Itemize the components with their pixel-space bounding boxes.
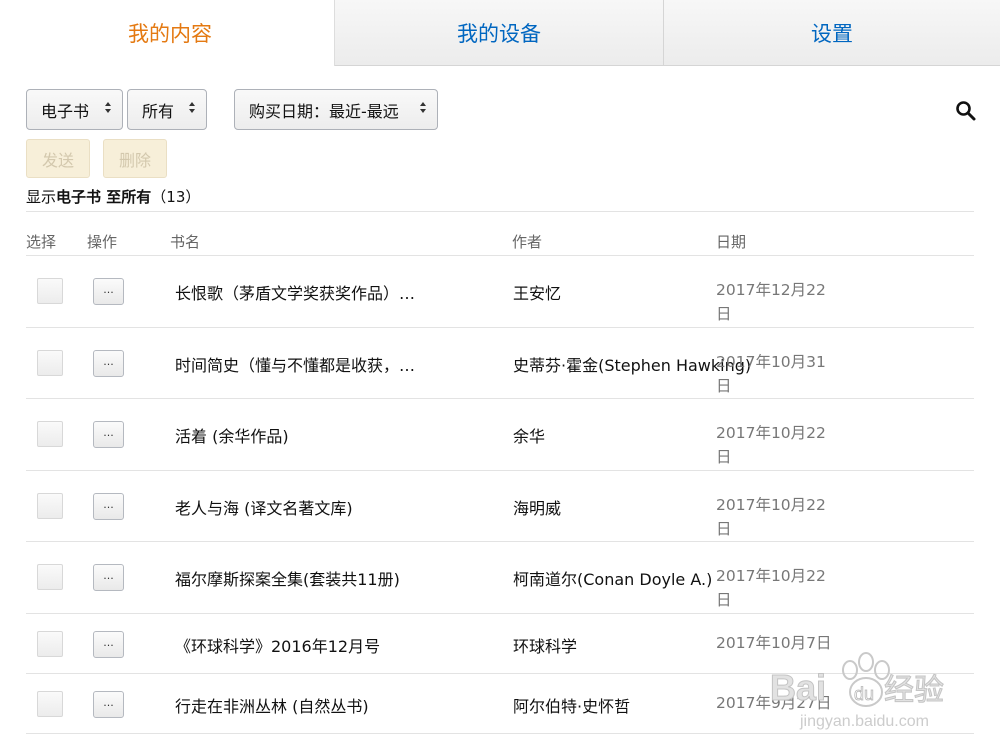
scope-select[interactable]: 所有 — [127, 89, 207, 130]
delete-button[interactable]: 删除 — [103, 139, 167, 178]
purchase-date: 2017年9月27日 — [716, 694, 832, 712]
column-header-title[interactable]: 书名 — [170, 231, 200, 252]
purchase-date: 2017年10月7日 — [716, 634, 832, 652]
table-row: ... 老人与海 (译文名著文库) 海明威 2017年10月22日 — [26, 471, 974, 542]
search-icon[interactable] — [955, 100, 977, 122]
summary-scope: 所有 — [121, 188, 152, 206]
column-header-author[interactable]: 作者 — [512, 231, 542, 252]
row-select-checkbox[interactable] — [37, 564, 63, 590]
row-actions-button[interactable]: ... — [93, 278, 124, 305]
row-actions-button[interactable]: ... — [93, 493, 124, 520]
scope-select-value: 所有 — [142, 101, 175, 121]
summary-prefix: 显示 — [26, 188, 57, 206]
tab-my-devices[interactable]: 我的设备 — [335, 0, 664, 66]
type-select[interactable]: 电子书 — [26, 89, 123, 130]
purchase-date: 2017年10月22日 — [716, 496, 826, 538]
book-author: 海明威 — [513, 499, 562, 518]
send-button[interactable]: 发送 — [26, 139, 90, 178]
purchase-date: 2017年12月22日 — [716, 281, 826, 323]
row-actions-button[interactable]: ... — [93, 631, 124, 658]
purchase-date: 2017年10月22日 — [716, 424, 826, 466]
row-select-checkbox[interactable] — [37, 421, 63, 447]
table-row: ... 《环球科学》2016年12月号 环球科学 2017年10月7日 — [26, 614, 974, 674]
summary-count: （13） — [151, 188, 201, 206]
sort-select-value: 购买日期：最近-最远 — [249, 101, 399, 121]
divider — [26, 211, 974, 212]
tab-bar: 我的内容 我的设备 设置 — [6, 0, 1000, 66]
column-header-date[interactable]: 日期 — [716, 231, 746, 252]
type-select-value: 电子书 — [41, 101, 90, 121]
row-select-checkbox[interactable] — [37, 493, 63, 519]
column-header-select: 选择 — [26, 233, 57, 251]
book-author: 柯南道尔(Conan Doyle A.) — [513, 570, 713, 589]
select-caret-icon — [188, 101, 196, 119]
table-row: ... 福尔摩斯探案全集(套装共11册) 柯南道尔(Conan Doyle A.) 2… — [26, 542, 974, 614]
row-actions-button[interactable]: ... — [93, 421, 124, 448]
select-caret-icon — [419, 101, 427, 119]
book-title[interactable]: 活着 (余华作品) — [175, 423, 289, 447]
select-caret-icon — [104, 101, 112, 119]
book-author: 阿尔伯特·史怀哲 — [513, 697, 631, 716]
book-title[interactable]: 长恨歌（茅盾文学奖获奖作品）… — [175, 280, 415, 304]
sort-select[interactable]: 购买日期：最近-最远 — [234, 89, 438, 130]
book-title[interactable]: 行走在非洲丛林 (自然丛书) — [175, 693, 369, 717]
row-select-checkbox[interactable] — [37, 631, 63, 657]
book-title[interactable]: 福尔摩斯探案全集(套装共11册) — [175, 566, 400, 590]
tab-settings[interactable]: 设置 — [664, 0, 1000, 66]
summary-type: 电子书 — [56, 188, 102, 206]
purchase-date: 2017年10月31日 — [716, 353, 826, 395]
book-title[interactable]: 时间简史（懂与不懂都是收获，… — [175, 352, 415, 376]
purchase-date: 2017年10月22日 — [716, 567, 826, 609]
table-row: ... 行走在非洲丛林 (自然丛书) 阿尔伯特·史怀哲 2017年9月27日 — [26, 674, 974, 734]
table-row: ... 时间简史（懂与不懂都是收获，… 史蒂芬·霍金(Stephen Hawking… — [26, 328, 974, 399]
row-select-checkbox[interactable] — [37, 691, 63, 717]
row-actions-button[interactable]: ... — [93, 691, 124, 718]
book-title[interactable]: 老人与海 (译文名著文库) — [175, 495, 353, 519]
row-actions-button[interactable]: ... — [93, 350, 124, 377]
row-actions-button[interactable]: ... — [93, 564, 124, 591]
row-select-checkbox[interactable] — [37, 278, 63, 304]
result-summary: 显示电子书 至所有（13） — [26, 186, 200, 207]
book-author: 王安忆 — [513, 284, 562, 303]
book-author: 环球科学 — [513, 637, 578, 656]
row-select-checkbox[interactable] — [37, 350, 63, 376]
column-header-action: 操作 — [87, 233, 118, 251]
book-author: 余华 — [513, 427, 546, 446]
table-row: ... 活着 (余华作品) 余华 2017年10月22日 — [26, 399, 974, 471]
summary-to: 至 — [101, 188, 122, 206]
book-title[interactable]: 《环球科学》2016年12月号 — [175, 633, 380, 657]
table-row: ... 长恨歌（茅盾文学奖获奖作品）… 王安忆 2017年12月22日 — [26, 256, 974, 328]
tab-my-content[interactable]: 我的内容 — [6, 0, 335, 66]
